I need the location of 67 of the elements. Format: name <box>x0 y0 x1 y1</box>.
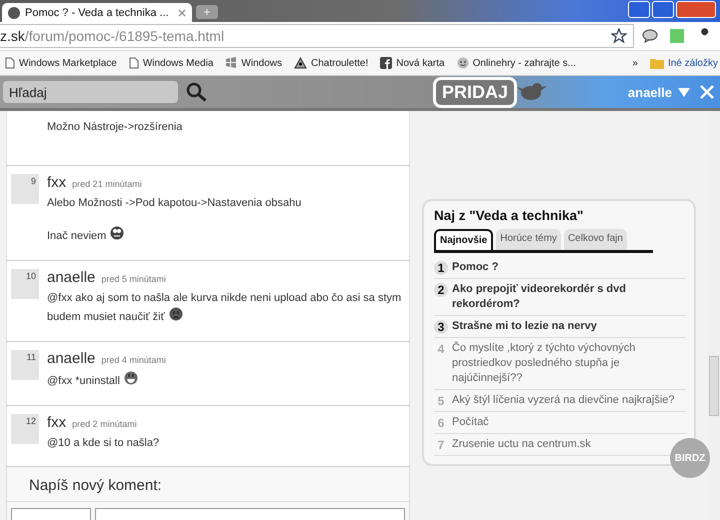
maximize-button[interactable] <box>652 1 674 18</box>
topic-link[interactable]: Strašne mi to lezie na nervy <box>452 319 597 334</box>
post-text: Alebo Možnosti ->Pod kapotou->Nastavenia obsahu <box>47 197 302 209</box>
rank-number: 5 <box>436 394 446 408</box>
page-icon <box>5 57 15 69</box>
topic-link[interactable]: Aký štýl líčenia vyzerá na dievčine najkrajšie? <box>452 393 675 408</box>
rank-number: 7 <box>436 438 446 452</box>
post-time: pred 5 minútami <box>101 274 166 284</box>
page-icon <box>128 57 139 69</box>
bookmark-link[interactable]: Nová karta <box>380 57 445 69</box>
post-text: @fxx ako aj som to našla ale kurva nikde neni upload abo čo asi sa stym budem musiet naučiť žiť <box>47 292 402 323</box>
bookmark-link[interactable]: Windows <box>225 57 282 69</box>
site-logo[interactable]: PRIDAJ <box>433 76 518 108</box>
site-favicon-icon <box>8 6 20 18</box>
bookmark-link[interactable]: Onlinehry - zahrajte s... <box>456 57 576 69</box>
topic-link[interactable]: Počítač <box>452 415 489 430</box>
post-number: 10 <box>11 269 39 299</box>
facebook-icon <box>380 57 392 69</box>
post-time: pred 2 minútami <box>72 419 137 429</box>
topic-link[interactable]: Pomoc ? <box>452 260 498 275</box>
topic-link[interactable]: Ako prepojiť videorekordér s dvd rekordérom? <box>452 282 686 312</box>
speech-bubble-icon[interactable] <box>642 29 658 43</box>
card-title: Naj z "Veda a technika" <box>434 208 584 223</box>
smiley-icon <box>456 57 469 69</box>
star-icon[interactable] <box>611 28 627 44</box>
post-text: @10 a kde si to našla? <box>47 437 160 449</box>
minimize-button[interactable] <box>628 1 650 18</box>
comment-heading: Napíš nový koment: <box>29 477 162 494</box>
topic-link[interactable]: Čo myslíte ,ktorý z týchto výchovných prostriedkov posledného stupňa je najúčinnejší?? <box>452 341 686 386</box>
windows-flag-icon <box>225 57 238 69</box>
post-time: pred 21 minútami <box>72 179 142 189</box>
more-bookmarks[interactable]: » <box>632 58 638 68</box>
post-text: @fxx *uninstall <box>47 374 120 387</box>
post-author[interactable]: fxx <box>47 414 66 431</box>
folder-icon <box>650 58 664 68</box>
rank-number: 6 <box>436 416 446 430</box>
post-text: Možno Nástroje->rozšírenia <box>47 121 182 133</box>
post-text: Inač neviem <box>47 230 106 242</box>
close-window-button[interactable] <box>676 1 716 18</box>
tab-title: Pomoc ? - Veda a technika ... <box>25 6 170 18</box>
bookmark-link[interactable]: Chatroulette! <box>294 57 368 69</box>
post-number: 12 <box>11 414 39 444</box>
address-bar[interactable]: z.sk/forum/pomoc-/61895-tema.html <box>0 24 634 48</box>
search-field[interactable]: Hľadaj <box>3 81 178 103</box>
eye-pyramid-icon <box>294 57 307 69</box>
search-icon[interactable] <box>186 82 208 102</box>
close-icon[interactable] <box>178 8 186 16</box>
post-time: pred 4 minútami <box>101 355 166 365</box>
browser-tab[interactable]: Pomoc ? - Veda a technika ... <box>2 3 192 22</box>
topic-link[interactable]: Zrusenie uctu na centrum.sk <box>452 437 591 452</box>
rank-number: 4 <box>436 342 446 356</box>
scrollbar-thumb[interactable] <box>709 356 719 416</box>
post-number: 11 <box>11 350 39 380</box>
bookmark-link[interactable]: Windows Marketplace <box>5 57 117 69</box>
post-author[interactable]: anaelle <box>47 269 96 286</box>
rank-number: 3 <box>434 320 448 334</box>
dropdown-arrow-icon[interactable] <box>678 88 690 96</box>
post-number: 9 <box>11 174 39 204</box>
post-author[interactable]: anaelle <box>47 350 96 367</box>
post-author[interactable]: fxx <box>47 174 66 191</box>
rank-number: 1 <box>434 261 448 275</box>
other-bookmarks-link[interactable]: Iné záložky <box>650 58 718 68</box>
sidebar-tab[interactable]: Celkovo fajn <box>564 229 627 250</box>
sidebar-tab[interactable]: Horúce témy <box>496 229 561 250</box>
rank-number: 2 <box>434 283 448 297</box>
sidebar-tab[interactable]: Najnovšie <box>434 229 494 250</box>
bookmark-link[interactable]: Windows Media <box>128 57 214 69</box>
